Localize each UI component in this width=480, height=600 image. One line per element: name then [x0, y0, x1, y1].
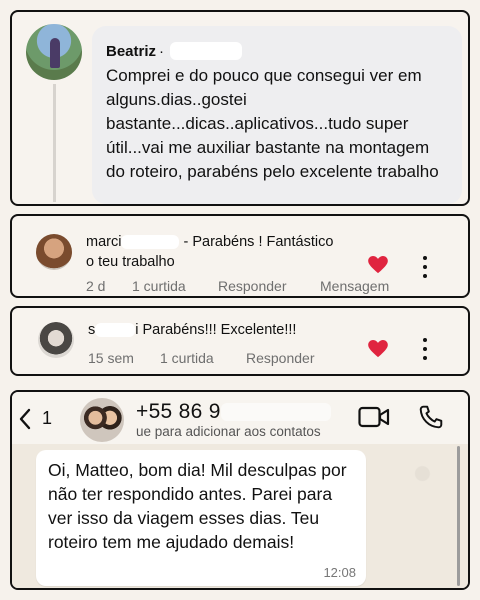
whatsapp-chat: 1 +55 86 9 ue para adicionar aos contato…	[10, 390, 470, 590]
comment-text-main: - Parabéns ! Fantástico	[179, 234, 334, 250]
redacted-area	[220, 403, 331, 422]
comment-time: 15 sem	[88, 350, 134, 366]
comment-text-line2: o teu trabalho	[86, 254, 175, 270]
message-time: 12:08	[323, 565, 356, 580]
likes-count[interactable]: 1 curtida	[132, 278, 218, 294]
avatar[interactable]	[26, 24, 82, 80]
incoming-message[interactable]: Oi, Matteo, bom dia! Mil desculpas por n…	[36, 450, 366, 586]
comment-time: 2 d	[86, 278, 106, 294]
comment-meta: 15 sem 1 curtida Responder	[88, 350, 315, 366]
video-call-icon[interactable]	[358, 406, 390, 428]
scrollbar[interactable]	[457, 446, 460, 586]
avatar[interactable]	[38, 322, 74, 358]
comment-author[interactable]: marci	[86, 234, 121, 250]
phone-call-icon[interactable]	[418, 404, 444, 430]
comment-text: Comprei e do pouco que consegui ver em a…	[106, 66, 439, 181]
reply-button[interactable]: Responder	[218, 278, 320, 294]
comment-text-main: i Parabéns!!! Excelente!!!	[135, 322, 297, 338]
heart-icon[interactable]	[368, 340, 388, 358]
comment-author[interactable]: s	[88, 322, 95, 338]
comment-text: marci - Parabéns ! Fantástico o teu trab…	[86, 232, 386, 272]
likes-count[interactable]: 1 curtida	[160, 350, 246, 366]
contact-subtitle[interactable]: ue para adicionar aos contatos	[136, 424, 321, 439]
comment-card-3: s i Parabéns!!! Excelente!!! 15 sem 1 cur…	[10, 306, 470, 376]
comment-author[interactable]: Beatriz	[106, 43, 156, 60]
contact-avatar[interactable]	[80, 398, 124, 442]
message-button[interactable]: Mensagem	[320, 278, 389, 294]
message-text: Oi, Matteo, bom dia! Mil desculpas por n…	[48, 460, 347, 552]
redacted-area	[121, 235, 180, 250]
redacted-area	[170, 42, 243, 60]
redacted-area	[95, 323, 136, 338]
contact-phone[interactable]: +55 86 9	[136, 400, 331, 424]
more-options-icon[interactable]	[418, 338, 432, 360]
comment-card-marci: marci - Parabéns ! Fantástico o teu trab…	[10, 214, 470, 298]
more-options-icon[interactable]	[418, 256, 432, 278]
comment-bubble: Beatriz · Comprei e do pouco que consegu…	[92, 26, 462, 204]
comment-text: s i Parabéns!!! Excelente!!!	[88, 320, 388, 340]
unread-count[interactable]: 1	[42, 408, 52, 429]
avatar[interactable]	[36, 234, 72, 270]
back-arrow-icon[interactable]	[18, 408, 32, 430]
comment-meta: 2 d 1 curtida Responder Mensagem	[86, 278, 389, 294]
separator-dot: ·	[159, 42, 165, 60]
heart-icon[interactable]	[368, 256, 388, 274]
reply-button[interactable]: Responder	[246, 350, 315, 366]
comment-card-beatriz: Beatriz · Comprei e do pouco que consegu…	[10, 10, 470, 206]
thread-line	[53, 84, 56, 202]
phone-number: +55 86 9	[136, 400, 221, 423]
chat-header: 1 +55 86 9 ue para adicionar aos contato…	[12, 392, 468, 444]
